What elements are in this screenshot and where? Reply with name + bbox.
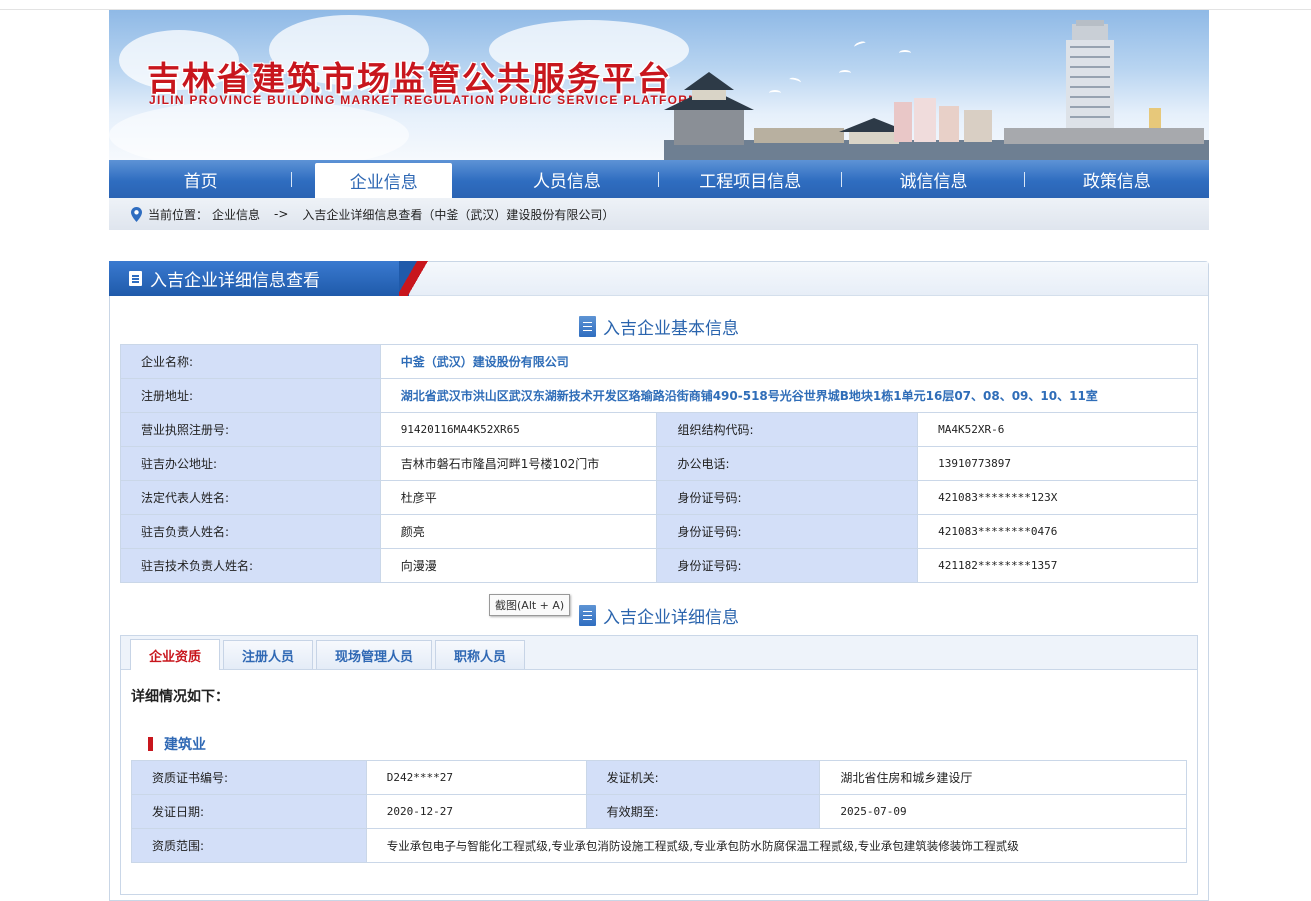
screenshot-tooltip: 截图(Alt + A) — [489, 594, 571, 616]
org-code-label: 组织结构代码: — [656, 412, 919, 447]
tech-lead-label: 驻吉技术负责人姓名: — [120, 548, 381, 583]
table-row: 企业名称: 中釜（武汉）建设股份有限公司 — [120, 344, 1199, 379]
panel-title-tab: 入吉企业详细信息查看 — [109, 261, 439, 296]
main-nav: 首页 企业信息 人员信息 工程项目信息 诚信信息 政策信息 — [109, 160, 1209, 198]
basic-info-heading: 入吉企业基本信息 — [110, 314, 1208, 339]
tab-slash-decoration — [399, 261, 439, 296]
basic-info-title: 入吉企业基本信息 — [603, 318, 739, 339]
tech-id-label: 身份证号码: — [656, 548, 919, 583]
legal-rep-value: 杜彦平 — [379, 480, 658, 515]
tech-id-value: 421182********1357 — [917, 548, 1198, 583]
company-name-value: 中釜（武汉）建设股份有限公司 — [379, 344, 1199, 379]
manager-value: 颜亮 — [379, 514, 658, 549]
address-label: 注册地址: — [120, 378, 381, 413]
tab-titled-staff[interactable]: 职称人员 — [435, 640, 526, 669]
table-row: 法定代表人姓名: 杜彦平 身份证号码: 421083********123X — [120, 480, 1198, 515]
company-name-label: 企业名称: — [120, 344, 381, 379]
table-row: 发证日期: 2020-12-27 有效期至: 2025-07-09 — [131, 794, 1187, 829]
breadcrumb-level1[interactable]: 企业信息 — [212, 206, 260, 223]
detail-info-heading: 入吉企业详细信息 — [110, 603, 1208, 628]
category-heading: 建筑业 — [148, 734, 1197, 754]
breadcrumb-arrow: -> — [274, 207, 289, 221]
manager-id-value: 421083********0476 — [917, 514, 1198, 549]
breadcrumb: 当前位置： 企业信息 -> 入吉企业详细信息查看（中釜（武汉）建设股份有限公司） — [109, 198, 1209, 230]
license-value: 91420116MA4K52XR65 — [379, 412, 658, 447]
table-row: 营业执照注册号: 91420116MA4K52XR65 组织结构代码: MA4K… — [120, 412, 1198, 447]
org-code-value: MA4K52XR-6 — [917, 412, 1198, 447]
address-value: 湖北省武汉市洪山区武汉东湖新技术开发区珞瑜路沿街商铺490-518号光谷世界城B… — [379, 378, 1199, 413]
detail-tabs-container: 企业资质 注册人员 现场管理人员 职称人员 详细情况如下： 建筑业 资质证书编号… — [120, 635, 1198, 895]
table-row: 资质证书编号: D242****27 发证机关: 湖北省住房和城乡建设厅 — [131, 760, 1187, 795]
nav-item-policy[interactable]: 政策信息 — [1025, 160, 1208, 198]
nav-item-credit[interactable]: 诚信信息 — [842, 160, 1026, 198]
scope-label: 资质范围: — [131, 828, 367, 863]
detail-info-title: 入吉企业详细信息 — [603, 607, 739, 628]
tab-registered-staff[interactable]: 注册人员 — [223, 640, 314, 669]
page-container: 吉林省建筑市场监管公共服务平台 JILIN PROVINCE BUILDING … — [109, 10, 1209, 230]
site-banner: 吉林省建筑市场监管公共服务平台 JILIN PROVINCE BUILDING … — [109, 10, 1209, 160]
legal-id-value: 421083********123X — [917, 480, 1198, 515]
tab-qualification[interactable]: 企业资质 — [130, 639, 221, 670]
issue-date-label: 发证日期: — [131, 794, 367, 829]
document-icon — [579, 604, 596, 626]
manager-label: 驻吉负责人姓名: — [120, 514, 381, 549]
legal-id-label: 身份证号码: — [656, 480, 919, 515]
issuer-value: 湖北省住房和城乡建设厅 — [819, 760, 1187, 795]
breadcrumb-prefix: 当前位置： — [148, 207, 209, 222]
cert-no-value: D242****27 — [365, 760, 587, 795]
legal-rep-label: 法定代表人姓名: — [120, 480, 381, 515]
phone-value: 13910773897 — [917, 446, 1198, 481]
qualification-table: 资质证书编号: D242****27 发证机关: 湖北省住房和城乡建设厅 发证日… — [131, 760, 1188, 863]
document-icon — [579, 315, 596, 337]
document-icon — [129, 271, 142, 286]
nav-item-personnel[interactable]: 人员信息 — [475, 160, 659, 198]
city-skyline-image — [664, 20, 1209, 160]
manager-id-label: 身份证号码: — [656, 514, 919, 549]
valid-until-label: 有效期至: — [585, 794, 821, 829]
panel-title: 入吉企业详细信息查看 — [150, 271, 320, 291]
office-label: 驻吉办公地址: — [120, 446, 381, 481]
nav-item-projects[interactable]: 工程项目信息 — [659, 160, 843, 198]
basic-info-table: 企业名称: 中釜（武汉）建设股份有限公司 注册地址: 湖北省武汉市洪山区武汉东湖… — [120, 344, 1199, 583]
office-value: 吉林市磐石市隆昌河畔1号楼102门市 — [379, 446, 658, 481]
table-row: 驻吉技术负责人姓名: 向漫漫 身份证号码: 421182********1357 — [120, 548, 1198, 583]
issue-date-value: 2020-12-27 — [365, 794, 587, 829]
license-label: 营业执照注册号: — [120, 412, 381, 447]
breadcrumb-current: 入吉企业详细信息查看（中釜（武汉）建设股份有限公司） — [302, 207, 615, 222]
cert-no-label: 资质证书编号: — [131, 760, 367, 795]
tab-site-managers[interactable]: 现场管理人员 — [316, 640, 433, 669]
nav-item-home[interactable]: 首页 — [109, 160, 293, 198]
location-pin-icon — [131, 206, 142, 222]
phone-label: 办公电话: — [656, 446, 919, 481]
issuer-label: 发证机关: — [585, 760, 821, 795]
table-row: 资质范围: 专业承包电子与智能化工程贰级,专业承包消防设施工程贰级,专业承包防水… — [131, 828, 1188, 863]
detail-heading: 详细情况如下： — [131, 689, 229, 705]
nav-item-enterprise[interactable]: 企业信息 — [315, 163, 453, 198]
tech-lead-value: 向漫漫 — [379, 548, 658, 583]
category-label: 建筑业 — [164, 737, 206, 753]
table-row: 驻吉负责人姓名: 颜亮 身份证号码: 421083********0476 — [120, 514, 1198, 549]
table-row: 注册地址: 湖北省武汉市洪山区武汉东湖新技术开发区珞瑜路沿街商铺490-518号… — [120, 378, 1199, 413]
scope-value: 专业承包电子与智能化工程贰级,专业承包消防设施工程贰级,专业承包防水防腐保温工程… — [365, 828, 1188, 863]
detail-panel: 入吉企业详细信息查看 入吉企业基本信息 企业名称: 中釜（武汉）建设股份有限公司… — [109, 261, 1209, 901]
site-subtitle: JILIN PROVINCE BUILDING MARKET REGULATIO… — [149, 93, 709, 107]
detail-tab-bar: 企业资质 注册人员 现场管理人员 职称人员 — [121, 636, 1197, 670]
category-marker — [148, 737, 153, 751]
table-row: 驻吉办公地址: 吉林市磐石市隆昌河畔1号楼102门市 办公电话: 1391077… — [120, 446, 1198, 481]
panel-header: 入吉企业详细信息查看 — [109, 261, 1208, 296]
valid-until-value: 2025-07-09 — [819, 794, 1187, 829]
cloud-decoration — [109, 100, 409, 160]
